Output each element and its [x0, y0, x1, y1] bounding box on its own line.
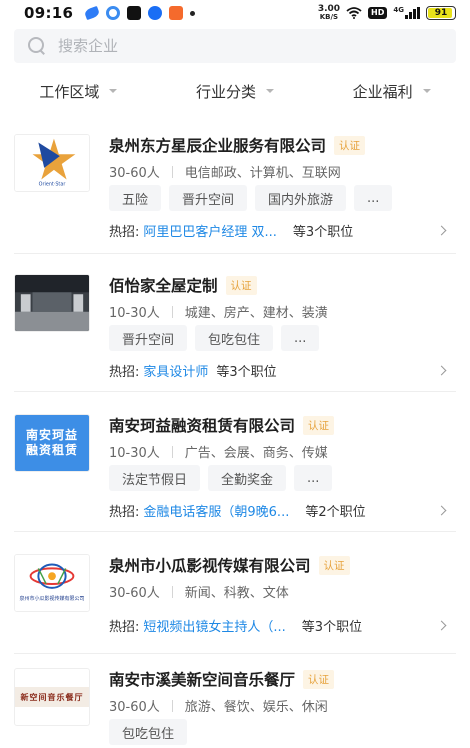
- company-size: 10-30人: [109, 446, 160, 461]
- company-meta: 10-30人 城建、房产、建材、装潢: [109, 302, 328, 321]
- hot-jobs-row[interactable]: 热招: 短视频出镜女主持人（... 等3个职位: [109, 616, 447, 635]
- benefit-tag: 国内外旅游: [255, 185, 347, 211]
- more-notifications-dot: [190, 10, 196, 16]
- company-meta: 30-60人 旅游、餐饮、娱乐、休闲: [109, 696, 328, 715]
- tiktok-icon: [127, 6, 142, 20]
- company-name: 泉州市小瓜影视传媒有限公司: [109, 557, 311, 575]
- company-industry: 城建、房产、建材、装潢: [184, 306, 328, 321]
- company-logo-text: 南安珂益 融资租赁: [14, 414, 90, 472]
- notification-icons: [83, 5, 196, 21]
- job-count: 等2个职位: [305, 505, 366, 520]
- hot-job-link[interactable]: 阿里巴巴客户经理 双...: [143, 221, 277, 240]
- search-input[interactable]: [58, 37, 438, 55]
- verified-badge: 认证: [334, 135, 366, 155]
- caret-down-icon: [109, 89, 118, 93]
- company-meta: 30-60人 新闻、科教、文体: [109, 582, 289, 601]
- logo-caption: 泉州市小瓜影视传媒有限公司: [19, 596, 85, 602]
- company-meta: 30-60人 电信邮政、计算机、互联网: [109, 162, 341, 181]
- benefit-tag: 晋升空间: [169, 185, 248, 211]
- hot-jobs-row[interactable]: 热招: 家具设计师 等3个职位: [109, 361, 447, 380]
- job-count: 等3个职位: [292, 225, 354, 240]
- verified-badge: 认证: [303, 669, 335, 689]
- filter-work-area[interactable]: 工作区域: [0, 72, 157, 110]
- circle-app-icon: [106, 6, 121, 20]
- benefit-tags: 包吃包住: [109, 719, 188, 745]
- hd-voice-icon: HD: [368, 7, 388, 19]
- hot-jobs-row[interactable]: 热招: 金融电话客服（朝9晚6... 等2个职位: [109, 501, 447, 520]
- company-meta: 10-30人 广告、会展、商务、传媒: [109, 442, 328, 461]
- company-card[interactable]: 南安珂益 融资租赁 南安珂益融资租赁有限公司 认证 10-30人 广告、会展、商…: [0, 392, 470, 532]
- hot-jobs-row[interactable]: 热招: 阿里巴巴客户经理 双... 等3个职位: [109, 221, 447, 240]
- benefit-tags: 晋升空间 包吃包住 ...: [109, 325, 320, 351]
- hot-job-link[interactable]: 家具设计师: [143, 361, 208, 380]
- network-speed: 3.00 KB/S: [317, 4, 341, 22]
- company-card[interactable]: 新空间音乐餐厅 南安市溪美新空间音乐餐厅 认证 30-60人 旅游、餐饮、娱乐、…: [0, 654, 470, 748]
- signal-icon: [405, 7, 420, 19]
- benefit-tag: 包吃包住: [195, 325, 274, 351]
- benefit-tag: 包吃包住: [109, 719, 188, 745]
- more-tags[interactable]: ...: [294, 465, 333, 491]
- benefit-tag: 五险: [109, 185, 162, 211]
- company-logo-restaurant: 新空间音乐餐厅: [14, 668, 90, 726]
- benefit-tag: 晋升空间: [109, 325, 188, 351]
- benefit-tag: 全勤奖金: [208, 465, 287, 491]
- more-tags[interactable]: ...: [354, 185, 393, 211]
- benefit-tag: 法定节假日: [109, 465, 201, 491]
- caret-down-icon: [422, 89, 431, 93]
- company-size: 10-30人: [109, 306, 160, 321]
- chevron-right-icon[interactable]: [436, 620, 447, 631]
- company-name: 佰怡家全屋定制: [109, 277, 218, 295]
- filter-bar: 工作区域 行业分类 企业福利: [0, 72, 470, 110]
- company-size: 30-60人: [109, 700, 160, 715]
- company-card[interactable]: 佰怡家全屋定制 认证 10-30人 城建、房产、建材、装潢 晋升空间 包吃包住 …: [0, 254, 470, 392]
- company-industry: 新闻、科教、文体: [184, 586, 289, 601]
- blue-app-icon: [148, 6, 163, 20]
- company-logo-media: 泉州市小瓜影视传媒有限公司: [14, 554, 90, 612]
- verified-badge: 认证: [303, 415, 335, 435]
- caret-down-icon: [266, 89, 275, 93]
- company-name: 泉州东方星辰企业服务有限公司: [109, 137, 327, 155]
- chevron-right-icon[interactable]: [436, 505, 447, 516]
- filter-industry[interactable]: 行业分类: [157, 72, 314, 110]
- company-industry: 旅游、餐饮、娱乐、休闲: [184, 700, 328, 715]
- chevron-right-icon[interactable]: [436, 225, 447, 236]
- hot-job-link[interactable]: 金融电话客服（朝9晚6...: [143, 501, 289, 520]
- bird-app-icon: [83, 5, 101, 21]
- job-count: 等3个职位: [301, 620, 363, 635]
- orange-app-icon: [169, 6, 184, 20]
- benefit-tags: 五险 晋升空间 国内外旅游 ...: [109, 185, 393, 211]
- job-count: 等3个职位: [216, 365, 277, 380]
- clock: 09:16: [24, 4, 74, 22]
- verified-badge: 认证: [318, 555, 350, 575]
- network-type-label: 4G: [393, 6, 404, 14]
- chevron-right-icon[interactable]: [436, 365, 447, 376]
- company-size: 30-60人: [109, 166, 160, 181]
- more-tags[interactable]: ...: [281, 325, 320, 351]
- company-logo-star: Orient·Star: [14, 134, 90, 192]
- company-card[interactable]: 泉州市小瓜影视传媒有限公司 泉州市小瓜影视传媒有限公司 认证 30-60人 新闻…: [0, 532, 470, 654]
- wifi-icon: [346, 7, 362, 19]
- company-name: 南安珂益融资租赁有限公司: [109, 417, 296, 435]
- search-icon: [28, 37, 46, 55]
- hot-job-link[interactable]: 短视频出镜女主持人（...: [143, 616, 285, 635]
- company-industry: 电信邮政、计算机、互联网: [184, 166, 341, 181]
- status-bar: 09:16 3.00 KB/S HD 4G 91: [0, 0, 470, 26]
- battery-level: 91: [434, 8, 448, 18]
- company-size: 30-60人: [109, 586, 160, 601]
- svg-text:Orient·Star: Orient·Star: [39, 181, 66, 187]
- benefit-tags: 法定节假日 全勤奖金 ...: [109, 465, 333, 491]
- verified-badge: 认证: [225, 275, 257, 295]
- filter-benefits[interactable]: 企业福利: [313, 72, 470, 110]
- company-industry: 广告、会展、商务、传媒: [184, 446, 328, 461]
- company-name: 南安市溪美新空间音乐餐厅: [109, 671, 296, 689]
- search-bar[interactable]: [14, 29, 456, 63]
- battery-icon: 91: [426, 6, 456, 20]
- company-card[interactable]: Orient·Star 泉州东方星辰企业服务有限公司 认证 30-60人 电信邮…: [0, 116, 470, 254]
- company-logo-showroom: [14, 274, 90, 332]
